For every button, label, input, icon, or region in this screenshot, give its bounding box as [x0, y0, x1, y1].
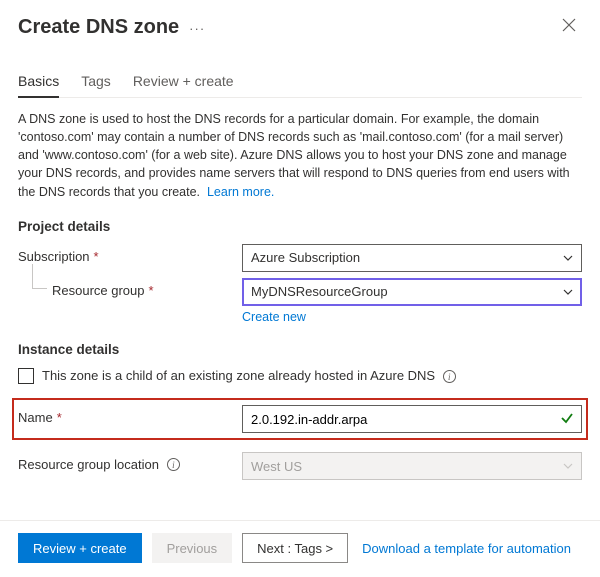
tab-tags[interactable]: Tags	[81, 67, 111, 97]
close-button[interactable]	[556, 14, 582, 41]
subscription-value: Azure Subscription	[251, 250, 360, 265]
rg-location-label: Resource group location i	[18, 452, 242, 472]
tab-bar: Basics Tags Review + create	[18, 67, 582, 98]
name-input[interactable]	[242, 405, 582, 433]
footer-bar: Review + create Previous Next : Tags > D…	[0, 521, 600, 577]
more-actions-button[interactable]: ···	[189, 21, 205, 36]
review-create-button[interactable]: Review + create	[18, 533, 142, 563]
info-icon[interactable]: i	[167, 458, 180, 471]
info-icon[interactable]: i	[443, 370, 456, 383]
page-title: Create DNS zone	[18, 16, 179, 39]
resource-group-value: MyDNSResourceGroup	[251, 284, 388, 299]
tab-review-create[interactable]: Review + create	[133, 67, 234, 97]
next-button[interactable]: Next : Tags >	[242, 533, 348, 563]
close-icon	[562, 18, 576, 32]
tab-basics[interactable]: Basics	[18, 67, 59, 97]
child-zone-checkbox[interactable]	[18, 368, 34, 384]
resource-group-label: Resource group*	[18, 278, 242, 298]
learn-more-link[interactable]: Learn more.	[207, 185, 274, 199]
chevron-down-icon	[563, 287, 573, 297]
instance-details-heading: Instance details	[18, 342, 582, 357]
resource-group-select[interactable]: MyDNSResourceGroup	[242, 278, 582, 306]
check-icon	[560, 411, 574, 425]
name-label: Name*	[18, 405, 242, 425]
subscription-select[interactable]: Azure Subscription	[242, 244, 582, 272]
chevron-down-icon	[563, 461, 573, 471]
name-row-highlight: Name*	[12, 398, 588, 440]
child-zone-label: This zone is a child of an existing zone…	[42, 367, 456, 385]
description-text: A DNS zone is used to host the DNS recor…	[18, 110, 582, 201]
header: Create DNS zone ···	[18, 14, 582, 41]
chevron-down-icon	[563, 253, 573, 263]
description-body: A DNS zone is used to host the DNS recor…	[18, 112, 570, 199]
subscription-label: Subscription*	[18, 244, 242, 264]
rg-location-value: West US	[251, 459, 302, 474]
download-template-link[interactable]: Download a template for automation	[362, 541, 571, 556]
project-details-heading: Project details	[18, 219, 582, 234]
rg-location-select: West US	[242, 452, 582, 480]
create-new-rg-link[interactable]: Create new	[242, 310, 306, 324]
previous-button: Previous	[152, 533, 233, 563]
